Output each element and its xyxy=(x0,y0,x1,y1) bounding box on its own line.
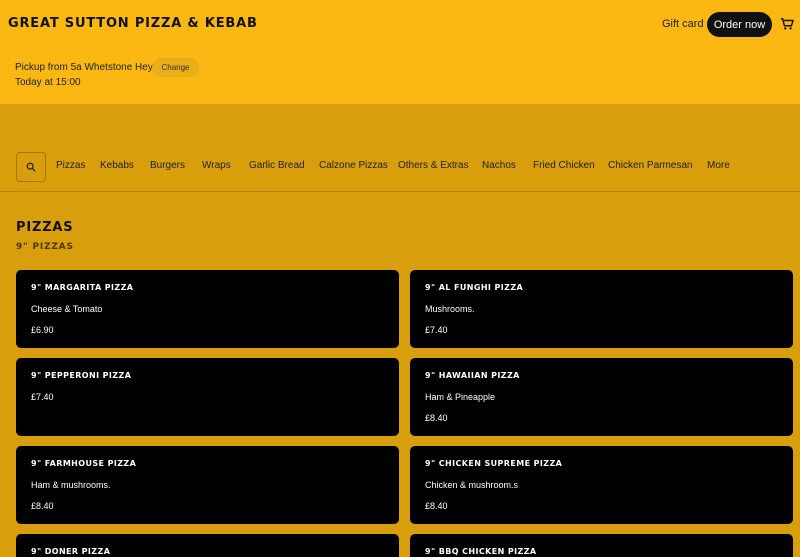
item-price: £7.40 xyxy=(425,325,448,335)
section-title: PIZZAS xyxy=(16,220,74,235)
item-name: 9" MARGARITA PIZZA xyxy=(31,283,134,292)
menu-item-card[interactable]: 9" FARMHOUSE PIZZA Ham & mushrooms. £8.4… xyxy=(16,446,399,524)
item-description: Ham & mushrooms. xyxy=(31,480,111,490)
item-description: Mushrooms. xyxy=(425,304,475,314)
category-garlic-bread[interactable]: Garlic Bread xyxy=(249,160,305,171)
menu-item-card[interactable]: 9" CHICKEN SUPREME PIZZA Chicken & mushr… xyxy=(410,446,793,524)
category-more[interactable]: More xyxy=(707,160,730,171)
category-fried-chicken[interactable]: Fried Chicken xyxy=(533,160,595,171)
category-kebabs[interactable]: Kebabs xyxy=(100,160,134,171)
item-price: £8.40 xyxy=(425,413,448,423)
menu-item-card[interactable]: 9" PEPPERONI PIZZA £7.40 xyxy=(16,358,399,436)
item-price: £6.90 xyxy=(31,325,54,335)
category-nav: Pizzas Kebabs Burgers Wraps Garlic Bread… xyxy=(0,150,800,192)
cart-icon[interactable] xyxy=(780,17,794,31)
gift-card-link[interactable]: Gift card xyxy=(662,18,704,30)
pickup-location: Pickup from 5a Whetstone Hey xyxy=(15,62,153,73)
order-now-button[interactable]: Order now xyxy=(707,12,772,37)
item-description: Chicken & mushroom.s xyxy=(425,480,519,490)
menu-item-card[interactable]: 9" HAWAIIAN PIZZA Ham & Pineapple £8.40 xyxy=(410,358,793,436)
change-pickup-button[interactable]: Change xyxy=(152,58,199,77)
category-wraps[interactable]: Wraps xyxy=(202,160,231,171)
item-description: Cheese & Tomato xyxy=(31,304,103,314)
category-nachos[interactable]: Nachos xyxy=(482,160,516,171)
brand-logo[interactable]: GREAT SUTTON PIZZA & KEBAB xyxy=(8,16,258,31)
item-name: 9" PEPPERONI PIZZA xyxy=(31,371,132,380)
category-chicken-parmesan[interactable]: Chicken Parmesan xyxy=(608,160,692,171)
item-name: 9" AL FUNGHI PIZZA xyxy=(425,283,524,292)
item-price: £7.40 xyxy=(31,392,54,402)
menu-item-card[interactable]: 9" AL FUNGHI PIZZA Mushrooms. £7.40 xyxy=(410,270,793,348)
item-name: 9" BBQ CHICKEN PIZZA xyxy=(425,547,537,556)
item-name: 9" CHICKEN SUPREME PIZZA xyxy=(425,459,563,468)
menu-item-card[interactable]: 9" BBQ CHICKEN PIZZA xyxy=(410,534,793,557)
category-others-extras[interactable]: Others & Extras xyxy=(398,160,469,171)
menu-item-card[interactable]: 9" MARGARITA PIZZA Cheese & Tomato £6.90 xyxy=(16,270,399,348)
category-calzone-pizzas[interactable]: Calzone Pizzas xyxy=(319,160,388,171)
search-button[interactable] xyxy=(16,152,46,182)
category-burgers[interactable]: Burgers xyxy=(150,160,185,171)
pickup-time: Today at 15:00 xyxy=(15,77,81,88)
section-subtitle: 9" PIZZAS xyxy=(16,242,74,252)
item-price: £8.40 xyxy=(425,501,448,511)
site-header: GREAT SUTTON PIZZA & KEBAB Gift card Ord… xyxy=(0,0,800,104)
search-icon xyxy=(26,162,36,172)
item-description: Ham & Pineapple xyxy=(425,392,496,402)
item-name: 9" HAWAIIAN PIZZA xyxy=(425,371,520,380)
item-name: 9" DONER PIZZA xyxy=(31,547,111,556)
category-pizzas[interactable]: Pizzas xyxy=(56,160,85,171)
item-name: 9" FARMHOUSE PIZZA xyxy=(31,459,137,468)
menu-item-card[interactable]: 9" DONER PIZZA xyxy=(16,534,399,557)
item-price: £8.40 xyxy=(31,501,54,511)
